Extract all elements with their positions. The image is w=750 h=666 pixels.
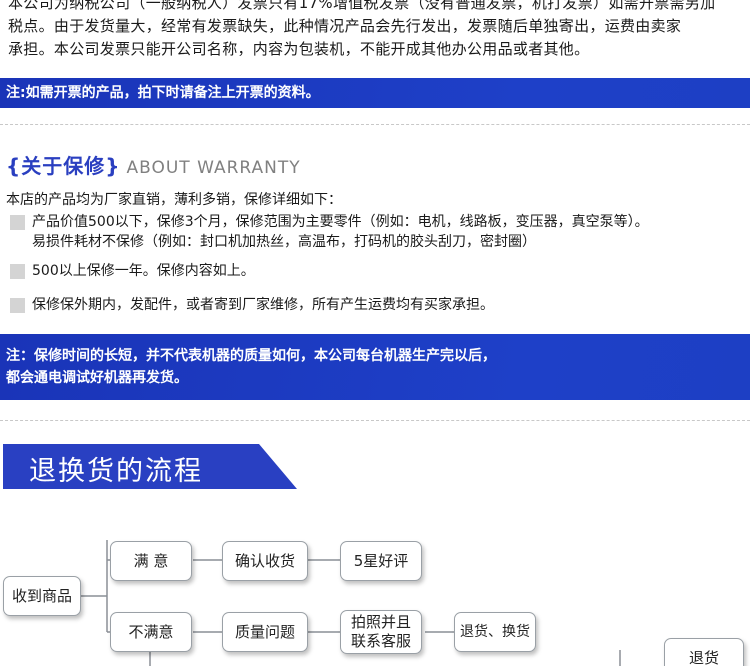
- flow-node-five-star-review: 5星好评: [340, 541, 422, 581]
- flow-node-confirm-receipt: 确认收货: [222, 541, 308, 581]
- flow-node-satisfied: 满 意: [110, 541, 192, 581]
- flow-node-refund: 退货: [664, 638, 744, 666]
- flow-node-line: 拍照并且: [350, 613, 411, 631]
- flow-node-unsatisfied: 不满意: [110, 612, 192, 652]
- flow-node-quality-issue: 质量问题: [222, 612, 308, 652]
- flow-node-photo-contact: 拍照并且 联系客服: [340, 610, 422, 654]
- flow-node-return-exchange: 退货、换货: [454, 612, 536, 652]
- flow-node-received: 收到商品: [3, 576, 81, 616]
- flow-node-line: 联系客服: [350, 632, 411, 650]
